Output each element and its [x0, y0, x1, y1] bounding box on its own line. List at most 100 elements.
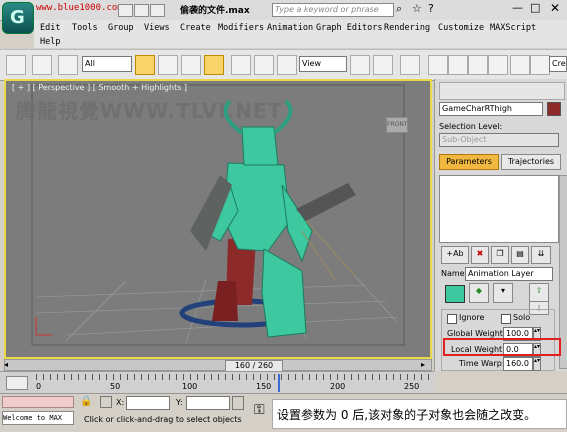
unlink-icon[interactable]: [32, 55, 52, 75]
menu-maxscript[interactable]: MAXScript: [490, 23, 536, 33]
named-selection-set-field[interactable]: Cre: [549, 56, 567, 72]
mirror-icon[interactable]: [530, 55, 550, 75]
bind-space-warp-icon[interactable]: [58, 55, 78, 75]
close-icon[interactable]: ✕: [550, 1, 560, 15]
menu-modifiers[interactable]: Modifiers: [218, 23, 264, 33]
snaps-toggle-icon[interactable]: [428, 55, 448, 75]
mini-curve-editor-icon[interactable]: [6, 376, 28, 390]
window-title: 偷袭的文件.max: [180, 6, 250, 16]
track-ticks: 0 50 100 150 200 250: [36, 374, 430, 392]
window-crossing-icon[interactable]: [204, 55, 224, 75]
menu-help[interactable]: Help: [40, 37, 60, 47]
z-coord-field[interactable]: [232, 396, 244, 410]
ignore-checkbox[interactable]: [447, 314, 457, 324]
playhead[interactable]: [278, 374, 281, 392]
edit-named-selection-icon[interactable]: [510, 55, 530, 75]
menu-bar: Edit Tools Group Views Create Modifiers …: [34, 20, 567, 48]
status-prompt: Click or click-and-drag to select object…: [84, 415, 242, 424]
solo-checkbox[interactable]: [501, 314, 511, 324]
main-toolbar: All View Cre: [0, 49, 567, 81]
select-manipulate-icon[interactable]: [373, 55, 393, 75]
command-panel-tabs[interactable]: [439, 82, 565, 100]
select-object-icon[interactable]: [135, 55, 155, 75]
binoculars-icon[interactable]: ⌕: [396, 2, 402, 16]
key-filter-icon[interactable]: ▾: [493, 283, 513, 303]
object-name-field[interactable]: GameCharRThigh: [439, 102, 543, 116]
open-file-icon[interactable]: [134, 4, 149, 17]
add-layer-button[interactable]: +Ab: [441, 246, 469, 264]
tick-label: 0: [36, 382, 42, 391]
track-bar[interactable]: 0 50 100 150 200 250: [0, 371, 434, 394]
absolute-mode-icon[interactable]: [100, 396, 112, 408]
annotation-highlight-box: [443, 338, 561, 356]
collapse-layer-icon[interactable]: ⇊: [531, 246, 551, 264]
select-link-icon[interactable]: [6, 55, 26, 75]
tick-label: 250: [404, 382, 420, 391]
star-icon[interactable]: ☆: [412, 2, 422, 15]
paste-layer-icon[interactable]: ▤: [511, 246, 529, 264]
rotate-icon[interactable]: [254, 55, 274, 75]
layer-list[interactable]: [439, 175, 559, 243]
perspective-viewport[interactable]: [ + ] [ Perspective ] [ Smooth + Highlig…: [4, 79, 432, 359]
time-slider[interactable]: ◂ 160 / 260 ▸: [4, 359, 432, 372]
key-icon[interactable]: ⚿: [254, 402, 265, 418]
menu-group[interactable]: Group: [108, 23, 134, 33]
y-coord-field[interactable]: [186, 396, 230, 410]
time-warp-field[interactable]: 160.0: [503, 357, 533, 371]
scale-icon[interactable]: [277, 55, 297, 75]
time-warp-spinner[interactable]: ▴▾: [533, 357, 541, 371]
viewport-label[interactable]: [ + ] [ Perspective ] [ Smooth + Highlig…: [12, 83, 187, 92]
x-coord-field[interactable]: [126, 396, 170, 410]
viewcube[interactable]: FRONT: [386, 117, 408, 133]
minimize-icon[interactable]: —: [512, 1, 523, 14]
global-weight-label: Global Weight:: [447, 329, 506, 338]
menu-rendering[interactable]: Rendering: [384, 23, 430, 33]
name-label: Name:: [441, 269, 468, 278]
tick-label: 150: [256, 382, 272, 391]
y-coord-label: Y:: [176, 398, 183, 407]
help-icon[interactable]: ?: [428, 2, 434, 15]
maxscript-listener-field[interactable]: Welcome to MAX: [2, 411, 74, 425]
percent-snap-icon[interactable]: [468, 55, 488, 75]
menu-create[interactable]: Create: [180, 23, 211, 33]
pivot-center-icon[interactable]: [350, 55, 370, 75]
tab-trajectories[interactable]: Trajectories: [501, 154, 561, 170]
slider-right-arrow-icon[interactable]: ▸: [421, 360, 431, 370]
maxscript-listener-top[interactable]: [2, 396, 74, 408]
copy-layer-icon[interactable]: ❐: [491, 246, 509, 264]
lock-icon[interactable]: 🔒: [80, 396, 92, 407]
object-color-swatch[interactable]: [547, 102, 561, 116]
ignore-label: Ignore: [459, 313, 485, 322]
angle-snap-icon[interactable]: [448, 55, 468, 75]
tick-label: 100: [182, 382, 198, 391]
tab-parameters[interactable]: Parameters: [439, 154, 499, 170]
reference-coordinate-dropdown[interactable]: View: [299, 56, 347, 72]
move-icon[interactable]: [231, 55, 251, 75]
spinner-snap-icon[interactable]: [488, 55, 508, 75]
layer-color-swatch[interactable]: [445, 285, 465, 303]
menu-graph-editors[interactable]: Graph Editors: [316, 23, 383, 33]
app-logo[interactable]: G: [2, 2, 34, 34]
title-bar: www.blue1000.com 偷袭的文件.max Type a keywor…: [0, 0, 567, 21]
selection-filter-dropdown[interactable]: All: [82, 56, 132, 72]
maximize-icon[interactable]: □: [530, 1, 540, 14]
search-input[interactable]: Type a keyword or phrase: [272, 3, 394, 17]
save-icon[interactable]: [150, 4, 165, 17]
rectangular-selection-icon[interactable]: [181, 55, 201, 75]
slider-left-arrow-icon[interactable]: ◂: [4, 360, 14, 370]
layer-name-field[interactable]: Animation Layer: [465, 267, 553, 281]
menu-views[interactable]: Views: [144, 23, 170, 33]
animation-layer-icon[interactable]: ◆: [469, 283, 489, 303]
sub-object-dropdown[interactable]: Sub-Object: [439, 133, 559, 147]
menu-customize[interactable]: Customize: [438, 23, 484, 33]
selection-level-label: Selection Level:: [439, 122, 503, 131]
site-watermark: www.blue1000.com: [36, 3, 123, 13]
move-up-icon[interactable]: ⇧: [529, 283, 549, 303]
menu-animation[interactable]: Animation: [267, 23, 313, 33]
new-file-icon[interactable]: [118, 4, 133, 17]
menu-edit[interactable]: Edit: [40, 23, 60, 33]
keyboard-shortcut-icon[interactable]: [400, 55, 420, 75]
delete-layer-icon[interactable]: ✖: [471, 246, 489, 264]
menu-tools[interactable]: Tools: [72, 23, 98, 33]
select-by-name-icon[interactable]: [158, 55, 178, 75]
